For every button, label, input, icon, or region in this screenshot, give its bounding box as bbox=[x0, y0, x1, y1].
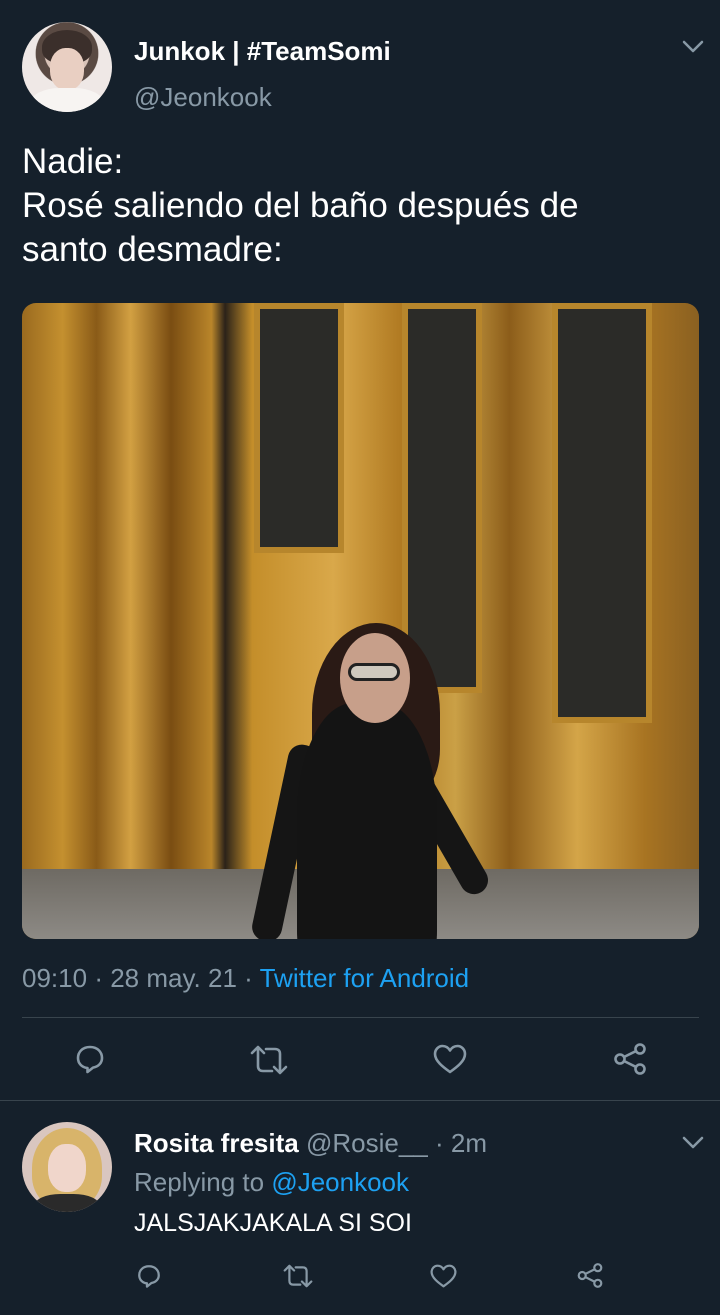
replying-to-label: Replying to bbox=[134, 1167, 265, 1197]
reply-icon bbox=[138, 1265, 160, 1288]
chevron-down-icon[interactable] bbox=[682, 1136, 704, 1150]
reply-reply-button[interactable] bbox=[136, 1263, 162, 1289]
reply-header: Rosita fresita @Rosie__ · 2m bbox=[134, 1128, 487, 1159]
reply-button[interactable] bbox=[74, 1043, 106, 1075]
replying-to-handle[interactable]: @Jeonkook bbox=[271, 1167, 409, 1197]
chevron-down-icon[interactable] bbox=[682, 40, 704, 54]
reply-handle[interactable]: @Rosie__ bbox=[306, 1128, 428, 1158]
reply-text: JALSJAKJAKALA SI SOI bbox=[134, 1209, 412, 1237]
share-button[interactable] bbox=[612, 1042, 648, 1076]
reply-retweet-button[interactable] bbox=[280, 1264, 316, 1288]
replying-to: Replying to @Jeonkook bbox=[134, 1167, 409, 1198]
share-icon bbox=[577, 1263, 603, 1288]
reply-like-button[interactable] bbox=[430, 1264, 457, 1288]
share-icon bbox=[614, 1043, 646, 1075]
tweet-text: Nadie: Rosé saliendo del baño después de… bbox=[22, 142, 579, 269]
like-icon bbox=[433, 1044, 467, 1074]
separator: · bbox=[244, 963, 253, 993]
reply-icon bbox=[76, 1045, 104, 1074]
retweet-icon bbox=[250, 1045, 288, 1075]
author-handle[interactable]: @Jeonkook bbox=[134, 82, 272, 113]
tweet-source[interactable]: Twitter for Android bbox=[260, 963, 470, 993]
like-button[interactable] bbox=[433, 1044, 467, 1074]
tweet-meta: 09:10 · 28 may. 21 · Twitter for Android bbox=[22, 963, 469, 994]
reply-author-avatar[interactable] bbox=[22, 1122, 112, 1212]
tweet-date: 28 may. 21 bbox=[110, 963, 237, 993]
separator: · bbox=[94, 963, 103, 993]
author-avatar[interactable] bbox=[22, 22, 112, 112]
tweet-time: 09:10 bbox=[22, 963, 88, 993]
divider bbox=[0, 1100, 720, 1101]
reply-time: · 2m bbox=[435, 1128, 487, 1158]
author-display-name[interactable]: Junkok | #TeamSomi bbox=[134, 36, 391, 67]
reply-share-button[interactable] bbox=[576, 1262, 604, 1289]
retweet-icon bbox=[283, 1264, 313, 1288]
reply-display-name[interactable]: Rosita fresita bbox=[134, 1128, 299, 1158]
tweet-photo[interactable] bbox=[22, 303, 699, 939]
divider bbox=[22, 1017, 699, 1018]
like-icon bbox=[430, 1264, 457, 1288]
retweet-button[interactable] bbox=[246, 1045, 292, 1075]
